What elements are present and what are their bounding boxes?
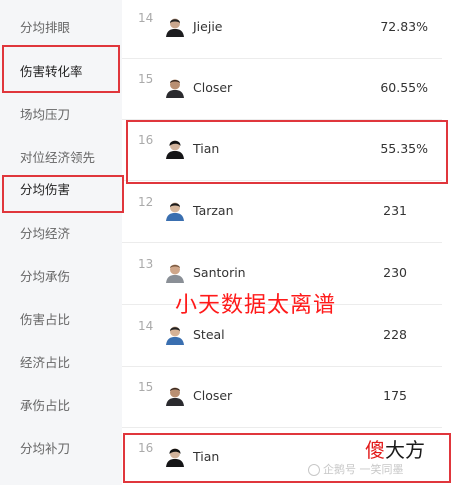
list-item[interactable]: 14 Jiejie 72.83% [122, 0, 442, 59]
player-name: Closer [193, 388, 233, 403]
sidebar-item-cs-per-min[interactable]: 分均补刀 [0, 429, 122, 469]
player-avatar [166, 18, 184, 37]
rank-number: 15 [138, 72, 154, 86]
stat-value: 228 [383, 327, 407, 342]
list-item[interactable]: 12 Tarzan 231 [122, 182, 442, 243]
watermark: 企鹅号 一笑同墨 [308, 461, 404, 477]
rank-number: 16 [138, 133, 154, 147]
rank-number: 15 [138, 380, 154, 394]
player-name: Santorin [193, 265, 246, 280]
stat-value: 231 [383, 203, 407, 218]
player-avatar [166, 79, 184, 98]
rank-number: 14 [138, 11, 154, 25]
list-item[interactable]: 15 Closer 60.55% [122, 59, 442, 120]
player-name: Steal [193, 327, 225, 342]
list-item[interactable]: 15 Closer 175 [122, 367, 442, 428]
sidebar: 分均排眼 伤害转化率 场均压刀 对位经济领先 分均伤害 分均经济 分均承伤 伤害… [0, 0, 122, 485]
ranking-list: 14 Jiejie 72.83% 15 Closer 60.55% 16 Tia… [122, 0, 454, 485]
list-item[interactable]: 16 Tian 55.35% [122, 120, 442, 181]
sidebar-item-damage-taken-per-min[interactable]: 分均承伤 [0, 257, 122, 297]
sidebar-item-vision-per-min[interactable]: 分均排眼 [0, 8, 122, 48]
sidebar-item-damage-share[interactable]: 伤害占比 [0, 300, 122, 340]
rank-number: 16 [138, 441, 154, 455]
player-avatar [166, 448, 184, 467]
stat-value: 230 [383, 265, 407, 280]
rank-number: 14 [138, 319, 154, 333]
player-name: Tian [193, 449, 220, 464]
player-name: Jiejie [193, 19, 223, 34]
player-avatar [166, 264, 184, 283]
stat-value: 60.55% [380, 80, 428, 95]
player-avatar [166, 202, 184, 221]
logo-text-part-1: 傻 [365, 438, 385, 462]
player-name: Tarzan [193, 203, 234, 218]
sidebar-item-gold-per-min[interactable]: 分均经济 [0, 214, 122, 254]
rank-number: 12 [138, 195, 154, 209]
player-avatar [166, 387, 184, 406]
stat-value: 72.83% [380, 19, 428, 34]
stat-value: 175 [383, 388, 407, 403]
sidebar-item-damage-taken-share[interactable]: 承伤占比 [0, 386, 122, 426]
logo-text: 傻大方 [365, 434, 425, 463]
player-avatar [166, 326, 184, 345]
rank-number: 13 [138, 257, 154, 271]
player-name: Tian [193, 141, 220, 156]
penguin-icon [308, 464, 320, 476]
sidebar-item-gold-share[interactable]: 经济占比 [0, 343, 122, 383]
watermark-text: 企鹅号 一笑同墨 [323, 463, 404, 476]
sidebar-item-damage-conversion[interactable]: 伤害转化率 [0, 52, 122, 92]
overlay-caption: 小天数据太离谱 [175, 293, 337, 318]
sidebar-item-cs-lead[interactable]: 场均压刀 [0, 95, 122, 135]
sidebar-item-damage-per-min[interactable]: 分均伤害 [0, 170, 122, 210]
player-avatar [166, 140, 184, 159]
logo-text-part-2: 大方 [385, 438, 425, 462]
player-name: Closer [193, 80, 233, 95]
stat-value: 55.35% [380, 141, 428, 156]
